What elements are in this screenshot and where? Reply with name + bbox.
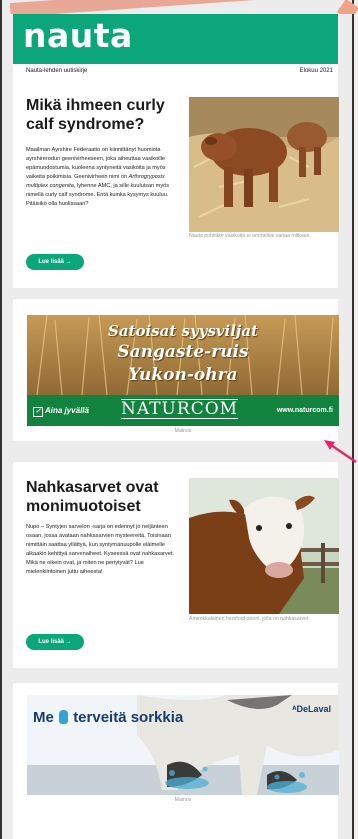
article-1-title[interactable]: Mikä ihmeen curly calf syndrome? (26, 96, 176, 134)
read-more-button-1[interactable]: Lue lisää → (26, 254, 84, 270)
issue-date: Elokuu 2021 (299, 68, 333, 74)
ad-line-2: Sangaste-ruis (117, 342, 249, 362)
article-1-caption: Nauta pohtiikte vasikoita ei ommelkai va… (189, 233, 311, 239)
article-2-body: Nupo – Syntyjen sarvelon -sarja on edenn… (26, 524, 175, 575)
ad-2-label: Mainos (174, 797, 192, 803)
ad-1-label: Mainos (174, 428, 192, 434)
ad-tagline: ✓ Aina jyvällä (33, 406, 89, 417)
naturcom-ad[interactable]: Satoisat syysviljat Sangaste-ruis Yukon-… (27, 315, 339, 426)
naturcom-logo: NATURCOM (121, 399, 239, 419)
ad-line-3: Yukon-ohra (128, 365, 238, 385)
article-1-image[interactable] (189, 97, 339, 232)
read-more-button-2[interactable]: Lue lisää → (26, 634, 84, 650)
article-2-image[interactable] (189, 478, 339, 614)
delaval-ad[interactable]: Me terveitä sorkkia ᴬDeLaval (27, 695, 339, 795)
headline-part-2: terveitä sorkkia (73, 709, 184, 726)
newsletter-meta: Nauta-lehden uutiskirje Elokuu 2021 (26, 68, 333, 74)
checkbox-icon: ✓ (33, 407, 43, 417)
article-2-title[interactable]: Nahkasarvet ovat monimuotoiset (26, 478, 181, 516)
newsletter-name: Nauta-lehden uutiskirje (26, 68, 88, 74)
article-2-caption: Amerikkalainen hereford-sonni, jolla on … (189, 616, 309, 622)
pointer-arrow-icon (324, 440, 357, 463)
newsletter-header: nauta (13, 14, 338, 64)
headline-part-1: Me (33, 709, 54, 726)
ad-line-1: Satoisat syysviljat (107, 322, 258, 340)
ad-url: www.naturcom.fi (276, 407, 333, 414)
nauta-logo[interactable]: nauta (23, 16, 133, 55)
ad-tagline-text: Aina jyvällä (44, 406, 89, 415)
article-1-text: Maailman Ayrshire Federaatio on kiinnitt… (26, 146, 176, 209)
top-decoration (0, 0, 358, 14)
delaval-headline: Me terveitä sorkkia (33, 709, 183, 726)
delaval-brand: DeLaval (296, 704, 331, 714)
hoof-icon (59, 710, 69, 724)
delaval-logo: ᴬDeLaval (292, 704, 331, 714)
